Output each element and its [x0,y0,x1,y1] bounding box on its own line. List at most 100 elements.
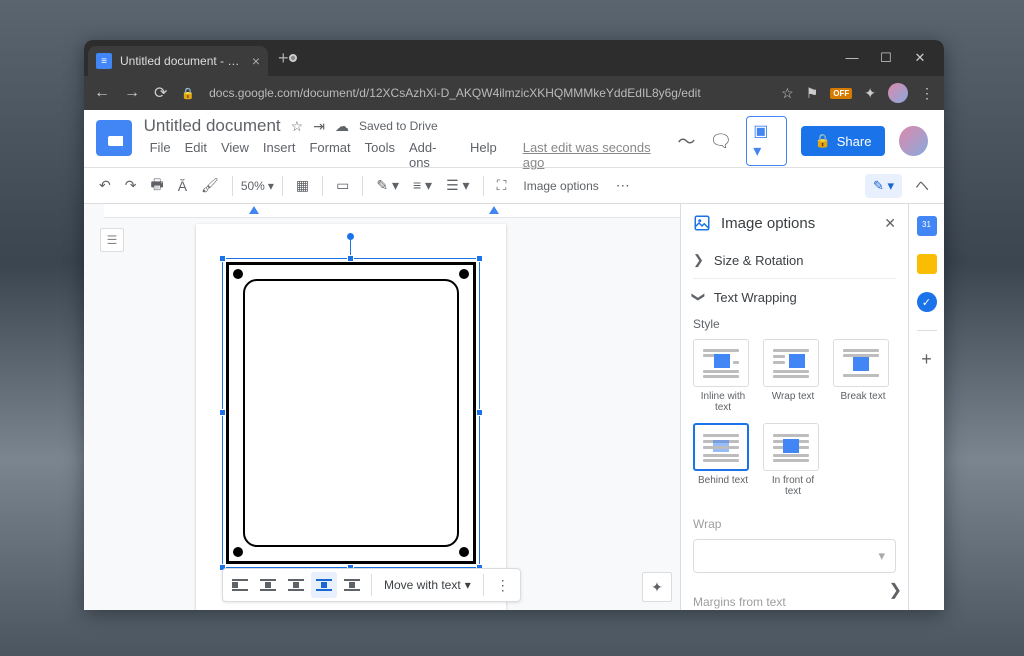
break-text-button[interactable] [283,572,309,598]
collapse-icon[interactable]: ヘ [910,172,934,200]
zoom-select[interactable]: 50% ▾ [241,179,274,193]
lock-icon[interactable]: 🔒 [181,87,195,100]
menu-insert[interactable]: Insert [257,138,302,172]
close-panel-icon[interactable]: ✕ [884,215,896,232]
menu-help[interactable]: Help [464,138,503,172]
wrap-heading: Wrap [693,517,896,531]
style-infront-button[interactable] [763,423,819,471]
move-icon[interactable]: ⇥ [313,118,325,135]
resize-handle-tl[interactable] [219,255,226,262]
extension-tag-icon[interactable]: ⚑ [806,85,819,102]
activity-icon[interactable]: 〜 [677,128,695,154]
maximize-button[interactable]: ☐ [878,50,894,66]
lock-icon: 🔒 [815,133,831,149]
url-text[interactable]: docs.google.com/document/d/12XCsAzhXi-D_… [209,86,767,100]
keep-icon[interactable] [917,254,937,274]
last-edit-link[interactable]: Last edit was seconds ago [517,138,678,172]
print-icon[interactable]: 🖶 [145,170,168,202]
menu-tools[interactable]: Tools [359,138,401,172]
inserted-frame-image [226,262,476,564]
redo-icon[interactable]: ↷ [120,173,142,198]
document-title[interactable]: Untitled document [144,116,281,136]
extension-badge[interactable]: OFF [830,88,852,99]
section-toggle-size[interactable]: ❯ Size & Rotation [693,252,896,268]
close-tab-icon[interactable]: × [252,53,260,69]
resize-handle-tr[interactable] [476,255,483,262]
more-icon[interactable]: ⋯ [611,173,635,198]
right-indent-marker[interactable] [489,206,499,214]
wrap-text-button[interactable] [255,572,281,598]
image-replace-icon[interactable]: ▭ [331,173,354,198]
rotate-handle[interactable] [347,233,354,240]
resize-handle-t[interactable] [347,255,354,262]
forward-button[interactable]: → [124,84,140,102]
border-style-icon[interactable]: ☰ ▾ [441,173,474,198]
back-button[interactable]: ← [94,84,110,102]
more-options-icon[interactable]: ⋮ [490,577,516,594]
editing-mode-button[interactable]: ✎ ▾ [865,174,902,198]
menu-format[interactable]: Format [303,138,356,172]
profile-avatar-icon[interactable] [888,83,908,103]
menu-view[interactable]: View [215,138,255,172]
browser-tab[interactable]: ≡ Untitled document - Google Doc × [88,46,268,76]
style-inline-button[interactable] [693,339,749,387]
section-toggle-wrap[interactable]: ❯ Text Wrapping [693,289,896,305]
paint-format-icon[interactable]: 🖌 [196,173,224,198]
menu-file[interactable]: File [144,138,177,172]
bookmark-star-icon[interactable]: ☆ [781,85,794,102]
cloud-saved-icon[interactable]: ☁ [335,118,349,135]
menu-addons[interactable]: Add-ons [403,138,462,172]
menu-edit[interactable]: Edit [179,138,213,172]
style-break-button[interactable] [833,339,889,387]
resize-handle-r[interactable] [476,409,483,416]
style-behind-button[interactable] [693,423,749,471]
calendar-icon[interactable] [917,216,937,236]
panel-next-icon[interactable]: ❯ [889,580,902,600]
canvas[interactable]: ☰ [84,204,680,610]
position-mode-select[interactable]: Move with text ▾ [378,578,477,592]
comments-icon[interactable]: 🗨 [709,131,732,152]
style-label: Break text [833,391,893,402]
image-icon [693,214,711,232]
share-label: Share [837,134,872,149]
present-button[interactable]: ▣ ▾ [746,116,786,166]
docs-favicon-icon: ≡ [96,53,112,69]
explore-button[interactable]: ✦ [642,572,672,602]
docs-logo-icon[interactable] [96,120,132,156]
infront-text-button[interactable] [339,572,365,598]
crop-icon[interactable]: ⛶ [492,173,512,198]
wrap-dropdown[interactable]: ▾ [693,539,896,573]
border-weight-icon[interactable]: ✎ ▾ [371,173,404,198]
border-color-icon[interactable]: ▦ [291,173,314,198]
account-avatar-icon[interactable] [899,126,928,156]
section-title: Size & Rotation [714,253,804,268]
close-window-button[interactable]: ✕ [912,50,928,66]
undo-icon[interactable]: ↶ [94,173,116,198]
reload-button[interactable]: ⟳ [154,83,167,103]
separator [917,330,937,331]
image-selection[interactable] [222,258,480,568]
tasks-icon[interactable]: ✓ [917,292,937,312]
horizontal-ruler[interactable] [104,204,680,218]
style-wrap-button[interactable] [763,339,819,387]
browser-menu-icon[interactable]: ⋮ [920,85,934,102]
border-dash-icon[interactable]: ≡ ▾ [408,173,437,198]
minimize-button[interactable]: — [844,50,860,66]
left-indent-marker[interactable] [249,206,259,214]
wrap-inline-button[interactable] [227,572,253,598]
behind-text-button[interactable] [311,572,337,598]
media-indicator-icon[interactable] [289,54,297,62]
companion-bar: ✓ + [908,204,944,610]
tab-title: Untitled document - Google Doc [120,54,246,68]
resize-handle-l[interactable] [219,409,226,416]
add-addon-icon[interactable]: + [921,349,932,370]
star-icon[interactable]: ☆ [291,118,304,135]
toolbar: ↶ ↷ 🖶 Ă 🖌 50% ▾ ▦ ▭ ✎ ▾ ≡ ▾ ☰ ▾ ⛶ Image … [84,168,944,204]
image-options-button[interactable]: Image options [515,175,606,197]
extensions-puzzle-icon[interactable]: ✦ [864,85,876,102]
new-tab-button[interactable]: + [278,48,289,69]
document-outline-button[interactable]: ☰ [100,228,124,252]
window-controls: — ☐ ✕ [844,50,940,66]
spellcheck-icon[interactable]: Ă [173,174,192,198]
share-button[interactable]: 🔒 Share [801,126,886,156]
